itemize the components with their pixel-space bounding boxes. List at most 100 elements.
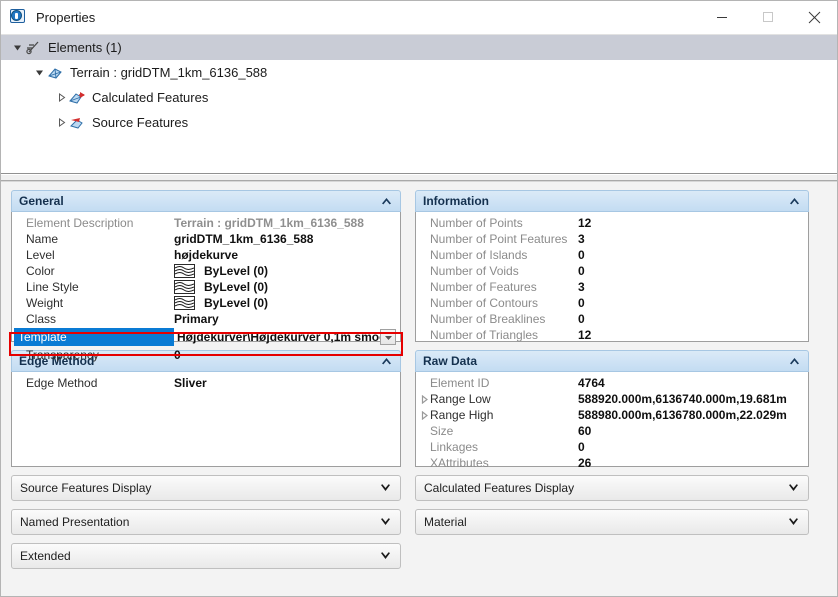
tree-node-source-features[interactable]: Source Features xyxy=(1,110,837,135)
property-row[interactable]: Element ID 4764 xyxy=(418,375,806,391)
property-row-template[interactable]: Template Højdekurver\Højdekurver 0,1m sm… xyxy=(14,328,398,346)
expand-arrow-icon[interactable] xyxy=(418,394,430,404)
property-row[interactable]: Element Description Terrain : gridDTM_1k… xyxy=(14,215,398,231)
chevron-down-icon[interactable] xyxy=(379,550,392,563)
panel-splitter[interactable] xyxy=(1,174,837,181)
group-information-header[interactable]: Information xyxy=(415,190,809,212)
bylevel-swatch-icon xyxy=(174,264,195,278)
tree-node-terrain[interactable]: Terrain : gridDTM_1km_6136_588 xyxy=(1,60,837,85)
property-value: 0 xyxy=(578,248,585,262)
group-raw-data: Raw Data Element ID 4764 Range Low 58892… xyxy=(415,350,809,470)
group-information-body: Number of Points 12 Number of Point Feat… xyxy=(415,212,809,342)
property-row[interactable]: Edge Method Sliver xyxy=(14,375,398,391)
property-value: 26 xyxy=(578,456,592,470)
tree-node-elements[interactable]: Elements (1) xyxy=(1,35,837,60)
property-row[interactable]: Line Style ByLevel (0) xyxy=(14,279,398,295)
property-row[interactable]: Linkages 0 xyxy=(418,439,806,455)
chevron-down-icon[interactable] xyxy=(380,329,396,345)
collapsed-bar-source-features-display[interactable]: Source Features Display xyxy=(11,475,401,501)
collapsed-bar-named-presentation[interactable]: Named Presentation xyxy=(11,509,401,535)
property-label: Element ID xyxy=(430,376,490,390)
properties-app-icon xyxy=(10,8,28,26)
group-general-body: Element Description Terrain : gridDTM_1k… xyxy=(9,212,403,362)
collapsed-bar-label: Source Features Display xyxy=(20,481,152,495)
tree-node-calculated-features[interactable]: Calculated Features xyxy=(1,85,837,110)
property-label: Level xyxy=(26,248,55,262)
property-row[interactable]: XAttributes 26 xyxy=(418,455,806,471)
tree-node-label: Calculated Features xyxy=(92,90,209,105)
tree-node-label: Elements (1) xyxy=(48,40,122,55)
right-column: Information Number of Points 12 Number o… xyxy=(415,190,809,543)
property-value: 588980.000m,6136780.000m,22.029m xyxy=(578,408,787,422)
chevron-up-icon[interactable] xyxy=(380,195,393,208)
tree-node-label: Source Features xyxy=(92,115,189,130)
window-controls xyxy=(699,1,837,33)
property-row[interactable]: Level højdekurve xyxy=(14,247,398,263)
collapse-arrow-icon[interactable] xyxy=(53,115,69,131)
group-edge-method: Edge Method Edge Method Sliver xyxy=(11,350,401,467)
property-value-template[interactable]: Højdekurver\Højdekurver 0,1m smoo xyxy=(174,330,398,344)
property-value: 0 xyxy=(578,440,585,454)
property-row[interactable]: Number of Triangles 12 xyxy=(418,327,806,343)
chevron-down-icon[interactable] xyxy=(379,516,392,529)
property-value: 4764 xyxy=(578,376,605,390)
chevron-down-icon[interactable] xyxy=(787,516,800,529)
property-row[interactable]: Number of Breaklines 0 xyxy=(418,311,806,327)
property-row[interactable]: Range High 588980.000m,6136780.000m,22.0… xyxy=(418,407,806,423)
property-label: Edge Method xyxy=(26,376,98,390)
collapse-arrow-icon[interactable] xyxy=(53,90,69,106)
property-row[interactable]: Color ByLevel (0) xyxy=(14,263,398,279)
calculated-features-icon xyxy=(69,90,86,106)
property-row[interactable]: Number of Point Features 3 xyxy=(418,231,806,247)
property-row[interactable]: Number of Voids 0 xyxy=(418,263,806,279)
collapsed-bar-extended[interactable]: Extended xyxy=(11,543,401,569)
properties-window: Properties Elements (1) Terrain: gridDT… xyxy=(0,0,838,597)
window-title: Properties xyxy=(36,9,96,25)
property-row[interactable]: Size 60 xyxy=(418,423,806,439)
property-label: Number of Triangles xyxy=(430,328,539,342)
group-raw-data-header[interactable]: Raw Data xyxy=(415,350,809,372)
group-general-header[interactable]: General xyxy=(11,190,401,212)
property-row[interactable]: Transparency 0 xyxy=(14,347,398,363)
expand-arrow-icon[interactable] xyxy=(418,410,430,420)
property-row[interactable]: Number of Points 12 xyxy=(418,215,806,231)
property-value: 12 xyxy=(578,328,592,342)
property-label: Class xyxy=(26,312,57,326)
property-value-with-swatch: ByLevel (0) xyxy=(174,280,398,294)
maximize-icon[interactable] xyxy=(745,1,791,33)
property-row[interactable]: Number of Islands 0 xyxy=(418,247,806,263)
property-label: Color xyxy=(26,264,55,278)
chevron-up-icon[interactable] xyxy=(788,355,801,368)
chevron-down-icon[interactable] xyxy=(787,482,800,495)
title-bar: Properties xyxy=(1,1,837,34)
property-row[interactable]: Name gridDTM_1km_6136_588 xyxy=(14,231,398,247)
close-icon[interactable] xyxy=(791,1,837,33)
property-label-template: Template xyxy=(14,328,174,346)
expand-arrow-icon[interactable] xyxy=(9,40,25,56)
properties-panel: General Element Description Terrain : gr… xyxy=(1,181,837,596)
collapsed-bar-calculated-features-display[interactable]: Calculated Features Display xyxy=(415,475,809,501)
property-row[interactable]: Weight ByLevel (0) xyxy=(14,295,398,311)
bylevel-swatch-icon xyxy=(174,280,195,294)
property-value: ByLevel (0) xyxy=(204,264,269,278)
chevron-up-icon[interactable] xyxy=(788,195,801,208)
property-value: 0 xyxy=(578,312,585,326)
property-row[interactable]: Number of Contours 0 xyxy=(418,295,806,311)
property-value: ByLevel (0) xyxy=(204,280,269,294)
chevron-down-icon[interactable] xyxy=(379,482,392,495)
property-row[interactable]: Range Low 588920.000m,6136740.000m,19.68… xyxy=(418,391,806,407)
element-tree[interactable]: Elements (1) Terrain : gridDTM_1km_6136_… xyxy=(1,34,837,174)
property-value: 12 xyxy=(578,216,592,230)
group-raw-data-body: Element ID 4764 Range Low 588920.000m,61… xyxy=(415,372,809,470)
expand-arrow-icon[interactable] xyxy=(31,65,47,81)
minimize-icon[interactable] xyxy=(699,1,745,33)
property-label: Number of Breaklines xyxy=(430,312,546,326)
property-value-with-swatch: ByLevel (0) xyxy=(174,296,398,310)
property-row[interactable]: Number of Features 3 xyxy=(418,279,806,295)
property-label: Number of Contours xyxy=(430,296,539,310)
property-row[interactable]: Class Primary xyxy=(14,311,398,327)
source-features-icon xyxy=(69,115,86,131)
collapsed-bar-material[interactable]: Material xyxy=(415,509,809,535)
property-value: 3 xyxy=(578,232,585,246)
property-label: Number of Voids xyxy=(430,264,519,278)
